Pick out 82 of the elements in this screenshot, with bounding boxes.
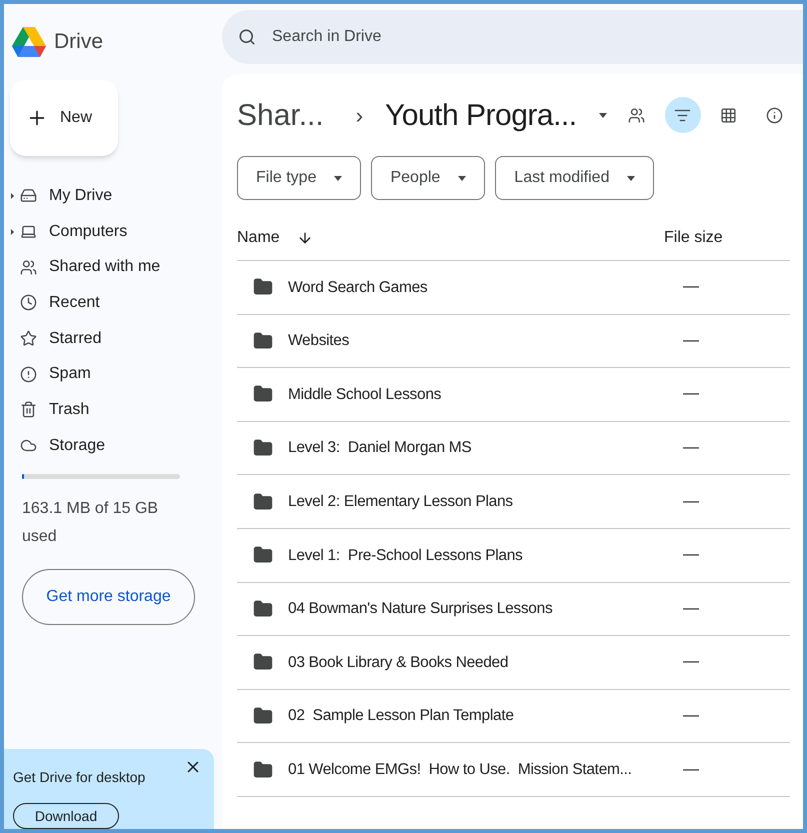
file-size: — [683, 760, 699, 780]
collapsed-arrow-icon[interactable] [10, 192, 14, 199]
file-name: 04 Bowman's Nature Surprises Lessons [288, 599, 554, 620]
file-row[interactable]: 04 Bowman's Nature Surprises Lessons — [237, 582, 790, 636]
logo-icon [12, 27, 46, 57]
folder-icon [253, 706, 273, 726]
file-size: — [683, 330, 699, 351]
breadcrumb-separator: › [356, 102, 364, 130]
alert-icon [20, 366, 37, 383]
file-name: Level 2: Elementary Lesson Plans [288, 492, 514, 512]
column-header[interactable]: File size [664, 226, 723, 250]
folder-icon [253, 492, 273, 512]
new-button[interactable]: New [10, 80, 118, 156]
search-field[interactable]: Search in Drive [222, 10, 803, 64]
file-row[interactable]: Level 1: Pre-School Lessons Plans — [237, 528, 790, 583]
folder-icon [253, 598, 273, 619]
file-name: Level 1: Pre-School Lessons Plans [288, 546, 524, 566]
caret-icon [627, 176, 636, 180]
file-name: Websites [288, 331, 350, 352]
folder-icon [253, 760, 273, 780]
nav-item[interactable]: Trash [4, 392, 218, 428]
app-name: Drive [54, 29, 104, 56]
folder-icon [253, 438, 273, 458]
get-storage-button[interactable]: Get more storage [22, 568, 195, 624]
trash-icon [20, 401, 37, 418]
grid-icon [720, 106, 738, 124]
file-name: Level 3: Daniel Morgan MS [288, 438, 472, 458]
promo-title: Get Drive for desktop [13, 768, 146, 787]
clock-icon [20, 294, 37, 312]
search-icon [238, 28, 256, 46]
file-row[interactable]: 01 Welcome EMGs! How to Use. Mission Statem... — [237, 743, 790, 797]
breadcrumb-link[interactable]: Shar... [237, 92, 324, 138]
download-button[interactable]: Download [13, 803, 119, 829]
info-icon [766, 106, 784, 124]
nav-item[interactable]: Storage [4, 428, 218, 464]
file-row[interactable]: Level 2: Elementary Lesson Plans — [237, 475, 790, 529]
file-size: — [683, 277, 699, 298]
folder-icon [253, 384, 273, 404]
storage-usage: 163.1 MB of 15 GB used [22, 498, 160, 546]
star-icon [20, 330, 37, 348]
nav-item[interactable]: Recent [4, 285, 218, 321]
file-row[interactable]: Level 3: Daniel Morgan MS — [237, 422, 790, 476]
nav-item[interactable]: Computers [4, 214, 218, 250]
nav-item[interactable]: Shared with me [4, 249, 218, 286]
folder-icon [253, 545, 273, 566]
file-row[interactable]: Websites — [237, 314, 790, 368]
file-name: 03 Book Library & Books Needed [288, 652, 510, 673]
caret-icon [334, 176, 342, 180]
computer-icon [20, 223, 37, 240]
file-row[interactable]: 03 Book Library & Books Needed — [237, 636, 790, 690]
file-row[interactable]: 02 Sample Lesson Plan Template — [237, 690, 790, 744]
people-icon [628, 106, 646, 124]
folder-icon [253, 652, 273, 672]
filter-chip[interactable]: File type [237, 156, 362, 200]
file-size: — [683, 706, 699, 726]
caret-icon [598, 112, 607, 118]
file-size: — [683, 545, 699, 566]
nav-item[interactable]: My Drive [4, 178, 218, 214]
file-row[interactable]: Word Search Games — [237, 261, 790, 315]
nav-item[interactable]: Spam [4, 356, 218, 392]
file-name: 02 Sample Lesson Plan Template [288, 706, 515, 726]
file-name: Middle School Lessons [288, 384, 442, 405]
filter-button[interactable] [664, 97, 701, 133]
folder-icon [253, 330, 273, 351]
drive-icon [20, 187, 37, 204]
file-size: — [683, 492, 699, 512]
file-name: Word Search Games [288, 278, 428, 298]
column-header[interactable]: Name [237, 226, 297, 250]
collapsed-arrow-icon[interactable] [10, 228, 14, 235]
file-size: — [683, 438, 699, 458]
file-size: — [683, 652, 699, 672]
people-icon [20, 258, 37, 276]
caret-icon [458, 176, 466, 180]
file-name: 01 Welcome EMGs! How to Use. Mission Statem... [288, 760, 633, 780]
file-size: — [683, 598, 699, 619]
folder-icon [253, 277, 273, 298]
filter-chip[interactable]: People [371, 156, 486, 200]
nav-item[interactable]: Starred [4, 320, 218, 356]
file-row[interactable]: Middle School Lessons — [237, 368, 790, 422]
folder-title: Youth Progra... [385, 98, 577, 134]
file-size: — [683, 384, 699, 404]
filter-chip[interactable]: Last modified [495, 156, 654, 200]
